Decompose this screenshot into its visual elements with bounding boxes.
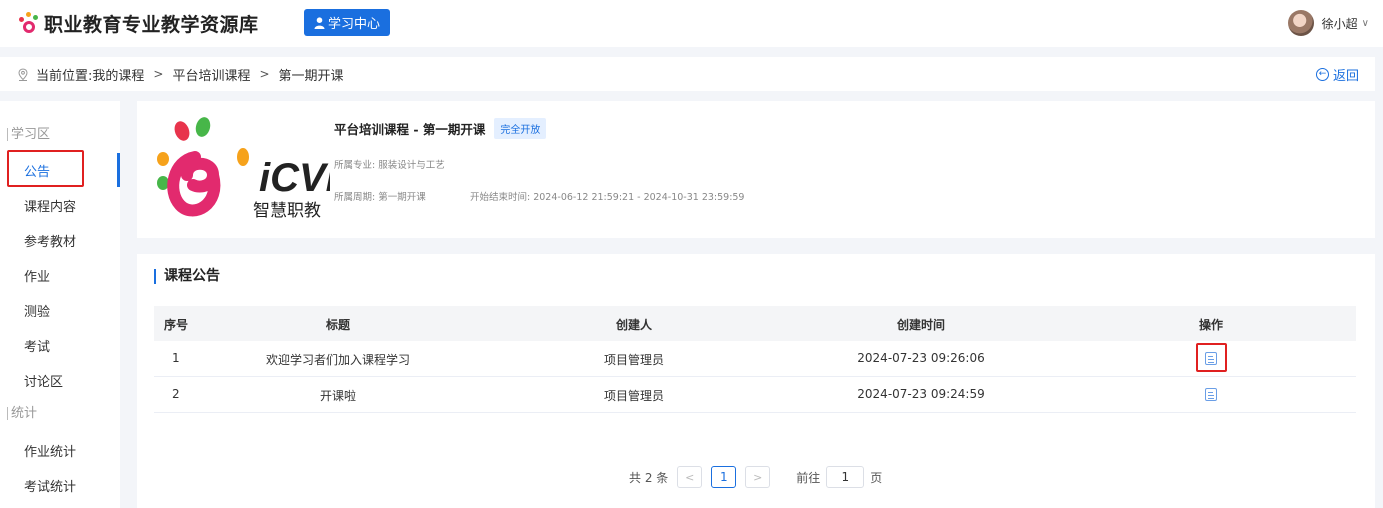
course-title-row: 平台培训课程 - 第一期开课 完全开放 [334, 118, 547, 139]
goto-page-input[interactable]: 1 [826, 466, 865, 488]
learning-center-label: 学习中心 [327, 17, 380, 32]
pagination: 共 2 条 < 1 > 前往 1 页 [629, 465, 882, 489]
total-count: 共 2 条 [629, 470, 669, 485]
row-index: 1 [172, 351, 180, 365]
view-document-icon[interactable] [1205, 388, 1217, 401]
site-title: 职业教育专业教学资源库 [44, 13, 259, 36]
user-icon [314, 16, 325, 29]
logo-mark-icon [18, 12, 40, 34]
next-page-button[interactable]: > [745, 466, 771, 488]
sidebar-item-homework-stats[interactable]: 作业统计 [24, 441, 76, 460]
section-title: 课程公告 [154, 269, 220, 284]
breadcrumb-current: 第一期开课 [278, 68, 344, 84]
highlight-box-announcements [7, 150, 84, 187]
row-created-time: 2024-07-23 09:24:59 [857, 387, 985, 401]
cover-brand-subtext: 智慧职教 [253, 201, 321, 221]
page-number-button[interactable]: 1 [711, 466, 737, 488]
location-pin-icon [18, 67, 28, 81]
table-row: 2 开课啦 项目管理员 2024-07-23 09:24:59 [154, 377, 1356, 413]
user-menu[interactable]: 徐小超 ∨ [1287, 9, 1369, 37]
breadcrumb-my-courses[interactable]: 我的课程 [92, 65, 144, 84]
avatar [1287, 10, 1314, 36]
learning-center-button[interactable]: 学习中心 [304, 9, 390, 36]
prev-page-button[interactable]: < [677, 466, 703, 488]
sidebar-item-exam-stats[interactable]: 考试统计 [24, 476, 76, 495]
sidebar-item-exam[interactable]: 考试 [24, 336, 50, 355]
back-label: 返回 [1332, 69, 1359, 84]
announcements-card: 课程公告 序号 标题 创建人 创建时间 操作 1 欢迎学习者们加入课程学习 项目… [137, 254, 1375, 508]
row-creator: 项目管理员 [603, 389, 665, 403]
course-period: 所属周期: 第一期开课 [334, 192, 426, 203]
course-info-card: iCVE 智慧职教 平台培训课程 - 第一期开课 完全开放 所属专业: 服装设计… [137, 101, 1375, 238]
back-arrow-icon: ← [1315, 68, 1329, 81]
row-creator: 项目管理员 [603, 353, 665, 367]
course-title: 平台培训课程 - 第一期开课 [334, 122, 486, 137]
sidebar-item-discussion[interactable]: 讨论区 [24, 371, 63, 390]
breadcrumb-platform-course[interactable]: 平台培训课程 [172, 65, 250, 84]
row-index: 2 [172, 387, 180, 401]
table-header: 序号 标题 创建人 创建时间 操作 [154, 306, 1356, 341]
chevron-down-icon: ∨ [1361, 17, 1369, 29]
cover-brand-text: iCVE [259, 156, 330, 200]
top-header: 职业教育专业教学资源库 学习中心 徐小超 ∨ [0, 0, 1383, 47]
section-label-stats: 统计 [7, 407, 37, 420]
back-button[interactable]: ← 返回 [1315, 65, 1359, 84]
goto-label: 前往 [796, 470, 821, 485]
page-suffix: 页 [870, 470, 883, 485]
breadcrumb-prefix: 当前位置: [36, 68, 93, 84]
highlight-box-view-action [1196, 343, 1227, 372]
column-header: 创建人 [615, 318, 653, 332]
sidebar-item-course-content[interactable]: 课程内容 [24, 196, 76, 215]
row-title[interactable]: 欢迎学习者们加入课程学习 [266, 351, 410, 368]
breadcrumb-separator: > [153, 67, 164, 81]
course-major: 所属专业: 服装设计与工艺 [334, 160, 445, 171]
active-indicator [117, 153, 120, 187]
breadcrumb-separator: > [259, 67, 270, 81]
user-name: 徐小超 [1321, 16, 1358, 31]
column-header: 创建时间 [896, 318, 946, 332]
course-time-range: 开始结束时间: 2024-06-12 21:59:21 - 2024-10-31… [470, 192, 745, 203]
row-created-time: 2024-07-23 09:26:06 [857, 351, 985, 365]
course-cover-image: iCVE 智慧职教 [155, 115, 354, 225]
breadcrumb: 当前位置: 我的课程 > 平台培训课程 > 第一期开课 ← 返回 [0, 57, 1375, 91]
column-header: 操作 [1198, 318, 1224, 332]
sidebar-item-homework[interactable]: 作业 [24, 266, 50, 285]
section-label-learning: 学习区 [7, 128, 50, 141]
site-logo[interactable]: 职业教育专业教学资源库 [18, 10, 259, 36]
table-row: 1 欢迎学习者们加入课程学习 项目管理员 2024-07-23 09:26:06 [154, 341, 1356, 377]
column-header: 序号 [164, 318, 189, 332]
column-header: 标题 [325, 318, 351, 332]
row-title[interactable]: 开课啦 [320, 387, 356, 404]
status-badge: 完全开放 [494, 118, 547, 139]
sidebar-item-quiz[interactable]: 测验 [24, 301, 50, 320]
sidebar-item-reference-materials[interactable]: 参考教材 [24, 231, 76, 250]
